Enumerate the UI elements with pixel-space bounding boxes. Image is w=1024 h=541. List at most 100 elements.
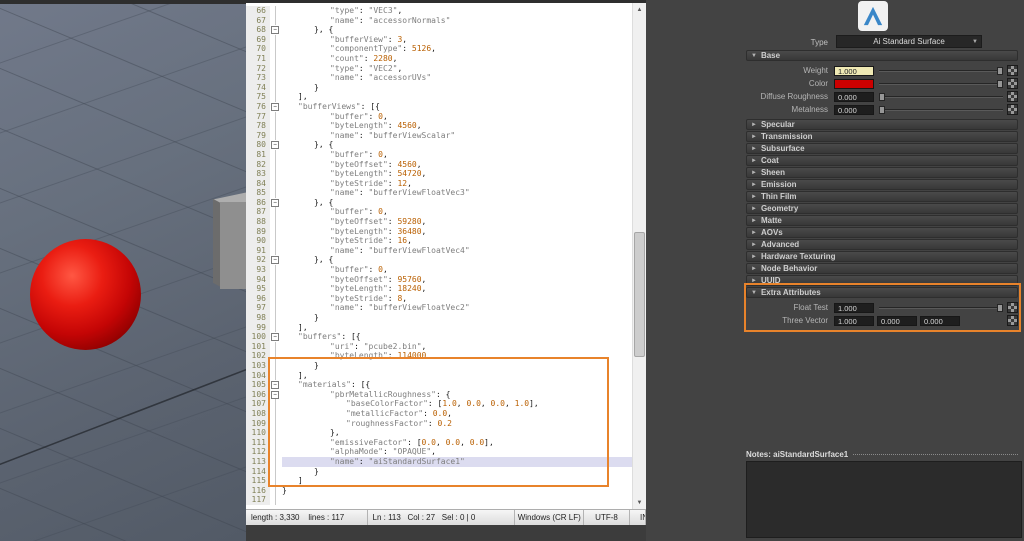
value-field[interactable]: 0.000 (834, 91, 874, 102)
code-line-100[interactable]: 100− "buffers": [{ (246, 332, 632, 342)
value-field[interactable]: 1.000 (834, 302, 874, 313)
code-line-72[interactable]: 72 "type": "VEC2", (246, 63, 632, 74)
code-line-84[interactable]: 84 "byteStride": 12, (246, 178, 632, 189)
fold-marker-icon[interactable]: − (270, 255, 282, 266)
fold-marker-icon[interactable]: − (270, 389, 282, 400)
fold-marker-icon[interactable]: − (270, 380, 282, 390)
attr-slider[interactable] (879, 92, 1003, 102)
notes-field[interactable] (746, 461, 1022, 538)
texture-map-button[interactable] (1007, 302, 1018, 313)
code-line-97[interactable]: 97 "name": "bufferViewFloatVec2" (246, 303, 632, 313)
code-line-115[interactable]: 115] (246, 476, 632, 486)
code-line-66[interactable]: 66 "type": "VEC3", (246, 6, 632, 16)
code-line-75[interactable]: 75], (246, 92, 632, 102)
code-line-73[interactable]: 73 "name": "accessorUVs" (246, 73, 632, 83)
code-line-117[interactable]: 117 (246, 495, 632, 505)
code-line-114[interactable]: 114} (246, 466, 632, 477)
scrollbar[interactable]: ▲ ▼ (632, 3, 646, 509)
texture-map-button[interactable] (1007, 78, 1018, 89)
texture-map-button[interactable] (1007, 315, 1018, 326)
status-eol-format[interactable]: Windows (CR LF) (515, 510, 585, 525)
value-field[interactable]: 0.000 (834, 104, 874, 115)
section-header-node-behavior[interactable]: ► Node Behavior (746, 263, 1018, 274)
code-line-89[interactable]: 89 "byteLength": 36480, (246, 226, 632, 237)
section-header-sheen[interactable]: ► Sheen (746, 167, 1018, 178)
viewport-3d[interactable] (0, 0, 246, 541)
code-line-85[interactable]: 85 "name": "bufferViewFloatVec3" (246, 188, 632, 198)
section-header-uuid[interactable]: ► UUID (746, 275, 1018, 286)
texture-map-button[interactable] (1007, 104, 1018, 115)
code-line-81[interactable]: 81 "buffer": 0, (246, 149, 632, 160)
code-line-83[interactable]: 83 "byteLength": 54720, (246, 169, 632, 179)
attr-slider[interactable] (879, 79, 1003, 89)
section-header-aovs[interactable]: ► AOVs (746, 227, 1018, 238)
code-line-86[interactable]: 86−}, { (246, 197, 632, 208)
code-line-106[interactable]: 106− "pbrMetallicRoughness": { (246, 389, 632, 400)
code-line-111[interactable]: 111 "emissiveFactor": [0.0, 0.0, 0.0], (246, 437, 632, 448)
texture-map-button[interactable] (1007, 91, 1018, 102)
value-field[interactable]: 1.000 (834, 65, 874, 76)
attr-slider[interactable] (879, 105, 1003, 115)
code-line-77[interactable]: 77 "buffer": 0, (246, 111, 632, 122)
section-header-hardware-texturing[interactable]: ► Hardware Texturing (746, 251, 1018, 262)
arnold-material-swatch-icon[interactable] (858, 1, 888, 31)
code-line-87[interactable]: 87 "buffer": 0, (246, 207, 632, 218)
scroll-up-button[interactable]: ▲ (633, 3, 646, 16)
fold-marker-icon[interactable]: − (270, 197, 282, 208)
code-line-105[interactable]: 105− "materials": [{ (246, 380, 632, 390)
code-line-70[interactable]: 70 "componentType": 5126, (246, 44, 632, 54)
code-line-108[interactable]: 108 "metallicFactor": 0.0, (246, 408, 632, 419)
fold-marker-icon[interactable]: − (270, 101, 282, 112)
code-line-71[interactable]: 71 "count": 2280, (246, 53, 632, 64)
code-line-82[interactable]: 82 "byteOffset": 4560, (246, 159, 632, 170)
code-line-90[interactable]: 90 "byteStride": 16, (246, 236, 632, 246)
attr-slider[interactable] (879, 66, 1003, 76)
vector-value-field[interactable]: 1.000 (834, 315, 874, 326)
code-line-91[interactable]: 91 "name": "bufferViewFloatVec4" (246, 245, 632, 256)
scroll-down-button[interactable]: ▼ (633, 496, 646, 509)
texture-map-button[interactable] (1007, 65, 1018, 76)
status-insert-mode[interactable]: IN (630, 510, 646, 525)
code-line-101[interactable]: 101 "uri": "pcube2.bin", (246, 341, 632, 352)
fold-marker-icon[interactable]: − (270, 140, 282, 150)
code-line-107[interactable]: 107 "baseColorFactor": [1.0, 0.0, 0.0, 1.… (246, 399, 632, 409)
section-header-transmission[interactable]: ► Transmission (746, 131, 1018, 142)
code-line-104[interactable]: 104], (246, 370, 632, 381)
section-header-matte[interactable]: ► Matte (746, 215, 1018, 226)
code-line-78[interactable]: 78 "byteLength": 4560, (246, 121, 632, 131)
code-line-74[interactable]: 74} (246, 82, 632, 93)
code-line-96[interactable]: 96 "byteStride": 8, (246, 293, 632, 304)
code-line-109[interactable]: 109 "roughnessFactor": 0.2 (246, 418, 632, 429)
attr-slider[interactable] (879, 303, 1003, 313)
fold-marker-icon[interactable]: − (270, 25, 282, 35)
color-swatch[interactable] (834, 78, 874, 89)
code-line-80[interactable]: 80−}, { (246, 140, 632, 150)
section-header-base[interactable]: ▼ Base (746, 50, 1018, 61)
section-header-geometry[interactable]: ► Geometry (746, 203, 1018, 214)
code-line-95[interactable]: 95 "byteLength": 18240, (246, 284, 632, 294)
section-header-extra-attributes[interactable]: ▼ Extra Attributes (746, 287, 1018, 298)
fold-marker-icon[interactable]: − (270, 332, 282, 342)
code-line-93[interactable]: 93 "buffer": 0, (246, 265, 632, 275)
section-header-coat[interactable]: ► Coat (746, 155, 1018, 166)
code-line-88[interactable]: 88 "byteOffset": 59280, (246, 217, 632, 227)
section-header-subsurface[interactable]: ► Subsurface (746, 143, 1018, 154)
status-encoding[interactable]: UTF-8 (584, 510, 630, 525)
code-line-99[interactable]: 99], (246, 322, 632, 333)
scrollbar-track[interactable] (633, 16, 646, 496)
cube-object[interactable] (220, 202, 246, 289)
code-line-76[interactable]: 76− "bufferViews": [{ (246, 101, 632, 112)
section-header-thin-film[interactable]: ► Thin Film (746, 191, 1018, 202)
code-line-116[interactable]: 116} (246, 485, 632, 496)
code-line-102[interactable]: 102 "byteLength": 114000 (246, 351, 632, 361)
vector-value-field[interactable]: 0.000 (920, 315, 960, 326)
code-line-94[interactable]: 94 "byteOffset": 95760, (246, 274, 632, 285)
code-line-113[interactable]: 113 "name": "aiStandardSurface1" (246, 456, 632, 467)
code-line-67[interactable]: 67 "name": "accessorNormals" (246, 15, 632, 26)
code-line-110[interactable]: 110}, (246, 428, 632, 438)
code-line-68[interactable]: 68−}, { (246, 25, 632, 35)
code-line-69[interactable]: 69 "bufferView": 3, (246, 34, 632, 45)
section-header-specular[interactable]: ► Specular (746, 119, 1018, 130)
code-line-103[interactable]: 103} (246, 360, 632, 371)
section-header-advanced[interactable]: ► Advanced (746, 239, 1018, 250)
